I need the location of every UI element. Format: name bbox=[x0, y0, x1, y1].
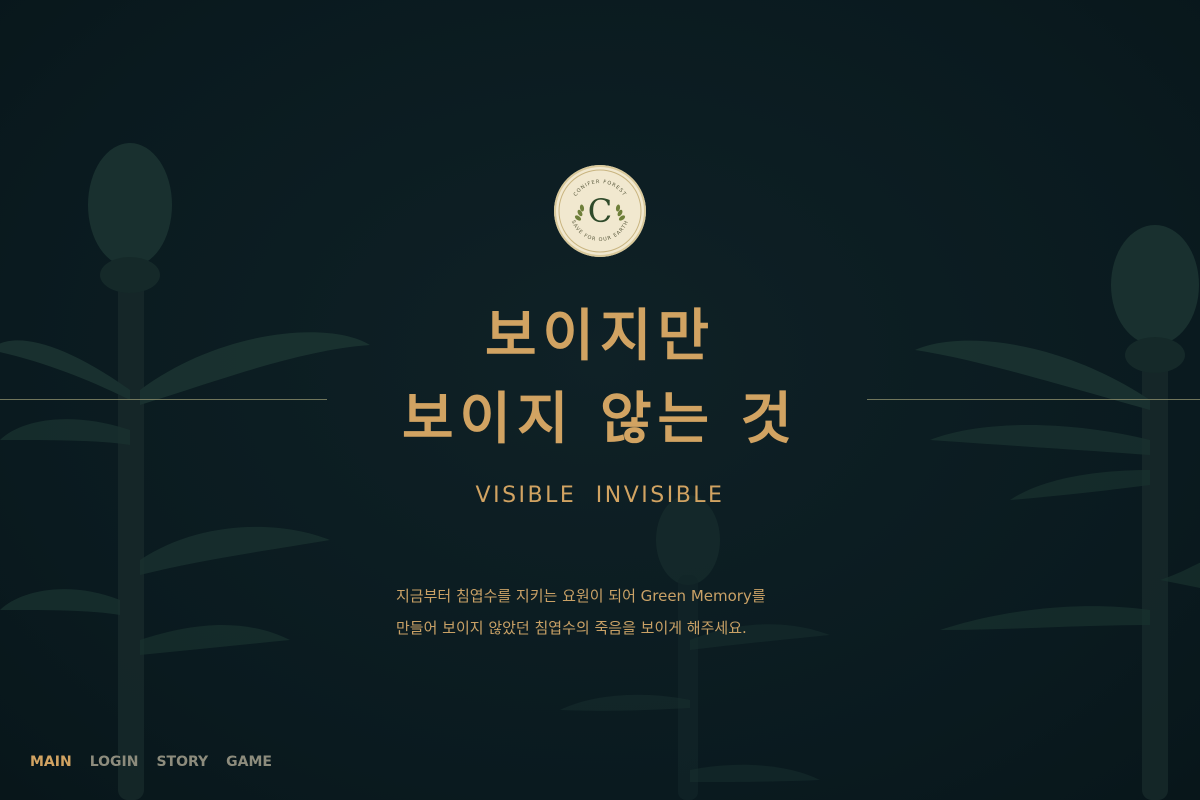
hero-subtitle: VISIBLE INVISIBLE bbox=[475, 483, 725, 508]
bottom-nav: MAIN LOGIN STORY GAME bbox=[30, 754, 272, 770]
nav-game[interactable]: GAME bbox=[226, 754, 272, 770]
emblem-letter: C bbox=[588, 192, 612, 230]
conifer-forest-emblem: CONIFER FOREST SAVE FOR OUR EARTH C bbox=[554, 165, 646, 257]
nav-story[interactable]: STORY bbox=[156, 754, 208, 770]
hero-description-line2: 만들어 보이지 않았던 침엽수의 죽음을 보이게 해주세요. bbox=[396, 619, 747, 637]
hero-description-line1: 지금부터 침엽수를 지키는 요원이 되어 Green Memory를 bbox=[396, 587, 766, 605]
nav-main[interactable]: MAIN bbox=[30, 754, 72, 770]
hero-title-line2: 보이지 않는 것 bbox=[401, 387, 799, 452]
nav-login[interactable]: LOGIN bbox=[90, 754, 139, 770]
hero-title-line1: 보이지만 bbox=[484, 304, 716, 369]
